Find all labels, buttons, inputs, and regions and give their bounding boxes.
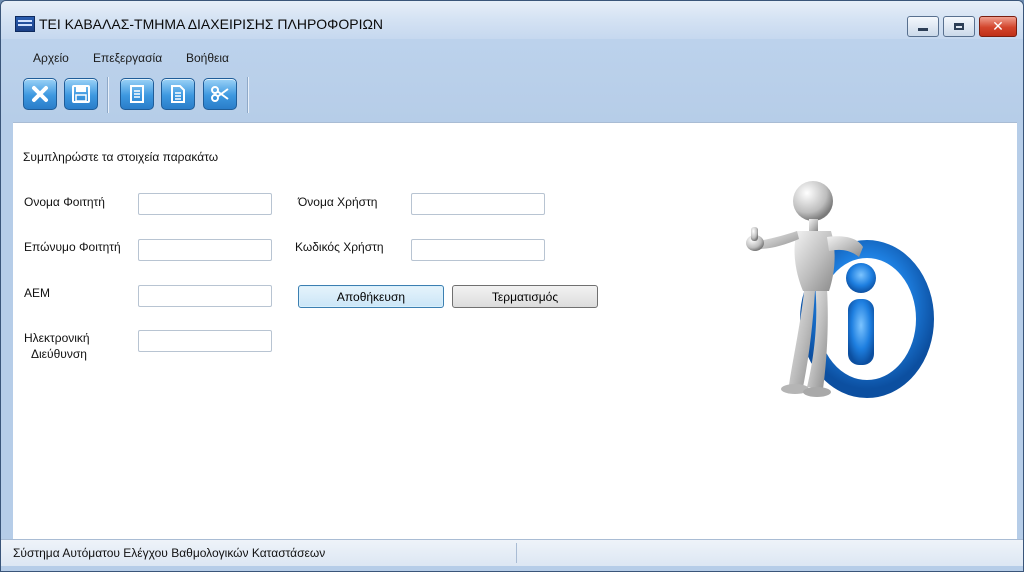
form-panel: Συμπληρώστε τα στοιχεία παρακάτω Ονομα Φ… bbox=[13, 122, 1017, 540]
title-bar[interactable]: ΤΕΙ ΚΑΒΑΛΑΣ-ΤΜΗΜΑ ΔΙΑΧΕΙΡΙΣΗΣ ΠΛΗΡΟΦΟΡΙΩ… bbox=[1, 1, 1023, 39]
toolbar-separator bbox=[247, 77, 249, 113]
menu-bar: Αρχείο Επεξεργασία Βοήθεια bbox=[1, 47, 1023, 69]
save-button[interactable]: Αποθήκευση bbox=[298, 285, 444, 308]
form-instruction: Συμπληρώστε τα στοιχεία παρακάτω bbox=[23, 150, 219, 164]
close-icon bbox=[32, 86, 48, 102]
student-last-name-label: Επώνυμο Φοιτητή bbox=[24, 240, 121, 254]
toolbar-separator bbox=[107, 77, 109, 113]
maximize-button[interactable] bbox=[943, 16, 975, 37]
status-bar: Σύστημα Αυτόματου Ελέγχου Βαθμολογικών Κ… bbox=[1, 539, 1023, 566]
email-label-line2: Διεύθυνση bbox=[31, 347, 87, 361]
status-divider bbox=[516, 543, 517, 563]
save-icon bbox=[72, 85, 90, 103]
username-input[interactable] bbox=[411, 193, 545, 215]
exit-button[interactable]: Τερματισμός bbox=[452, 285, 598, 308]
close-icon: ✕ bbox=[992, 18, 1004, 35]
password-label: Κωδικός Χρήστη bbox=[295, 240, 384, 254]
info-figure-icon bbox=[746, 181, 934, 398]
copy-icon bbox=[130, 85, 144, 103]
cut-icon bbox=[211, 86, 229, 102]
toolbar-copy-button[interactable] bbox=[120, 78, 154, 110]
minimize-icon bbox=[918, 28, 928, 31]
app-window: ΤΕΙ ΚΑΒΑΛΑΣ-ΤΜΗΜΑ ΔΙΑΧΕΙΡΙΣΗΣ ΠΛΗΡΟΦΟΡΙΩ… bbox=[0, 0, 1024, 572]
menu-file[interactable]: Αρχείο bbox=[33, 51, 69, 65]
toolbar-save-button[interactable] bbox=[64, 78, 98, 110]
password-input[interactable] bbox=[411, 239, 545, 261]
student-first-name-input[interactable] bbox=[138, 193, 272, 215]
student-last-name-input[interactable] bbox=[138, 239, 272, 261]
maximize-icon bbox=[954, 23, 964, 30]
status-text: Σύστημα Αυτόματου Ελέγχου Βαθμολογικών Κ… bbox=[13, 546, 326, 560]
window-title: ΤΕΙ ΚΑΒΑΛΑΣ-ΤΜΗΜΑ ΔΙΑΧΕΙΡΙΣΗΣ ΠΛΗΡΟΦΟΡΙΩ… bbox=[39, 16, 384, 32]
email-input[interactable] bbox=[138, 330, 272, 352]
minimize-button[interactable] bbox=[907, 16, 939, 37]
app-icon[interactable] bbox=[15, 16, 35, 32]
student-first-name-label: Ονομα Φοιτητή bbox=[24, 195, 105, 209]
aem-input[interactable] bbox=[138, 285, 272, 307]
menu-edit[interactable]: Επεξεργασία bbox=[93, 51, 162, 65]
toolbar-close-button[interactable] bbox=[23, 78, 57, 110]
toolbar-cut-button[interactable] bbox=[203, 78, 237, 110]
toolbar bbox=[1, 73, 1023, 119]
paste-icon bbox=[171, 85, 185, 103]
menu-help[interactable]: Βοήθεια bbox=[186, 51, 229, 65]
username-label: Όνομα Χρήστη bbox=[298, 195, 378, 209]
toolbar-paste-button[interactable] bbox=[161, 78, 195, 110]
aem-label: ΑΕΜ bbox=[24, 286, 51, 300]
close-window-button[interactable]: ✕ bbox=[979, 16, 1017, 37]
email-label-line1: Ηλεκτρονική bbox=[24, 331, 90, 345]
